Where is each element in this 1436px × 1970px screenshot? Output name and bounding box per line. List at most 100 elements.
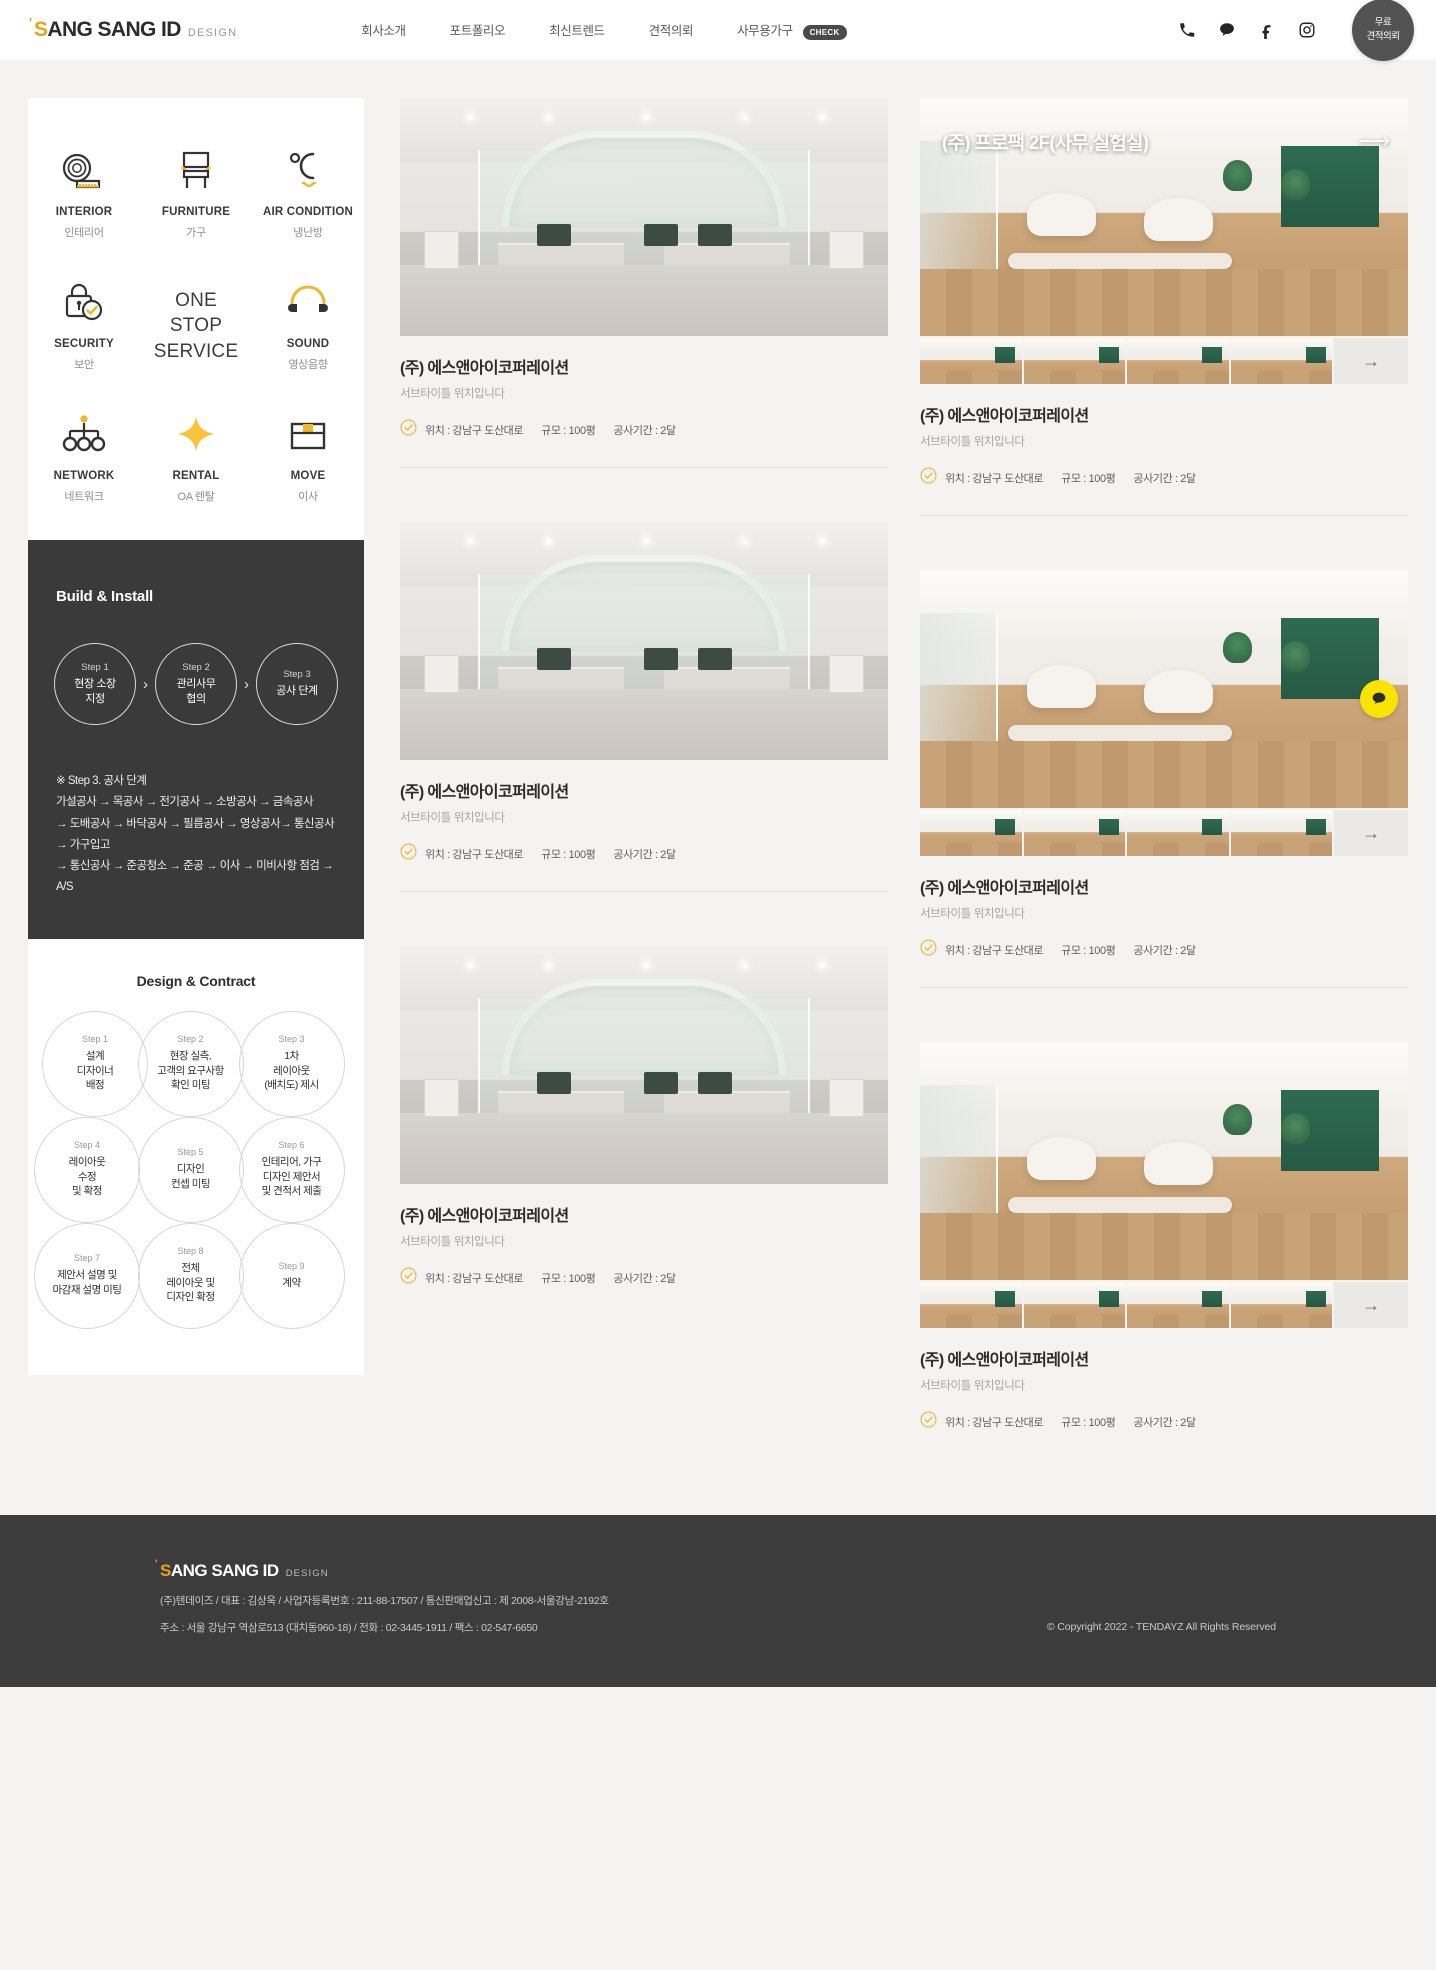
design-step-number: Step 9 [278, 1260, 305, 1271]
design-step-line: 디자인 제안서 [262, 1170, 321, 1183]
thumbnail[interactable] [1127, 1282, 1229, 1328]
service-furniture[interactable]: FURNITURE 가구 [140, 132, 252, 246]
design-step-cell[interactable]: Step 4 레이아웃 수정 및 확정 [26, 1116, 148, 1223]
service-move[interactable]: MOVE 이사 [252, 396, 364, 510]
nav-item-portfolio[interactable]: 포트폴리오 [450, 20, 550, 39]
thumbnail[interactable] [920, 338, 1022, 384]
build-step-3[interactable]: Step 3 공사 단계 [256, 643, 338, 725]
logo-wordmark: ' SANG SANG ID [29, 15, 181, 42]
portfolio-card[interactable]: (주) 에스앤아이코퍼레이션 서브타이틀 위치입니다 위치 : 강남구 도산대로… [400, 60, 888, 467]
portfolio-card-featured[interactable]: (주) 프로팩 2F(사무,실험실) ⟶ → (주) 에스앤아이코퍼레이션 서브… [920, 60, 1408, 515]
design-step-cell[interactable]: Step 2 현장 실측, 고객의 요구사항 확인 미팅 [132, 1010, 249, 1117]
design-step-cell[interactable]: Step 6 인테리어, 가구 디자인 제안서 및 견적서 제출 [233, 1116, 350, 1223]
logo-highlight: S [34, 18, 48, 41]
portfolio-card-featured[interactable]: → (주) 에스앤아이코퍼레이션 서브타이틀 위치입니다 위치 : 강남구 도산… [920, 515, 1408, 987]
footer-logo[interactable]: ' SANG SANG ID DESIGN [155, 1558, 1047, 1581]
thumbnail[interactable] [1127, 810, 1229, 856]
build-step-2[interactable]: Step 2 관리사무 협의 [155, 643, 237, 725]
nav-label: 포트폴리오 [449, 24, 506, 39]
footer-logo-highlight: S [160, 1561, 171, 1580]
portfolio-hero-photo[interactable]: (주) 프로팩 2F(사무,실험실) ⟶ [920, 98, 1408, 336]
service-network[interactable]: NETWORK 네트워크 [28, 396, 140, 510]
design-step-text: 레이아웃 수정 및 확정 [69, 1155, 106, 1199]
design-step-text: 설계 디자이너 배정 [77, 1049, 114, 1093]
thumbnail[interactable] [1023, 338, 1125, 384]
service-security[interactable]: SECURITY 보안 [28, 264, 140, 378]
design-step-cell[interactable]: Step 5 디자인 컨셉 미팅 [132, 1116, 249, 1223]
box-icon [285, 410, 331, 456]
nav-item-furniture[interactable]: 사무용가구 CHECK [737, 20, 847, 40]
design-step-cell[interactable]: Step 8 전체 레이아웃 및 디자인 확정 [132, 1222, 249, 1329]
design-step-number: Step 5 [177, 1147, 204, 1158]
portfolio-card[interactable]: (주) 에스앤아이코퍼레이션 서브타이틀 위치입니다 위치 : 강남구 도산대로… [400, 891, 888, 1315]
design-step-line: 레이아웃 및 [166, 1276, 215, 1289]
footer-logo-subtext: DESIGN [285, 1568, 329, 1579]
design-step-number: Step 8 [177, 1246, 204, 1257]
floating-chat-button[interactable] [1360, 680, 1398, 718]
phone-icon[interactable] [1176, 19, 1198, 41]
hero-next-arrow-icon[interactable]: ⟶ [1358, 128, 1390, 154]
portfolio-subtitle: 서브타이틀 위치입니다 [920, 436, 1025, 448]
service-interior[interactable]: INTERIOR 인테리어 [28, 132, 140, 246]
quote-line-1: 무료 [1374, 17, 1392, 29]
nav-item-estimate[interactable]: 견적의뢰 [649, 20, 737, 39]
nav-item-trend[interactable]: 최신트렌드 [549, 20, 649, 39]
design-step-7: Step 7 제안서 설명 및 마감재 설명 미팅 [34, 1222, 140, 1329]
portfolio-photo[interactable] [400, 522, 888, 760]
build-note-line: → 통신공사 → 준공청소 → 준공 → 이사 → 미비사항 점검 → A/S [56, 860, 334, 894]
portfolio-card[interactable]: (주) 에스앤아이코퍼레이션 서브타이틀 위치입니다 위치 : 강남구 도산대로… [400, 467, 888, 891]
design-step-line: 디자인 [176, 1163, 205, 1176]
free-quote-button[interactable]: 무료 견적의뢰 [1352, 0, 1414, 61]
thumbnail[interactable] [1023, 1282, 1125, 1328]
portfolio-size: 규모 : 100평 [1061, 1417, 1116, 1429]
design-step-line: 레이아웃 [68, 1156, 106, 1169]
design-step-cell[interactable]: Step 7 제안서 설명 및 마감재 설명 미팅 [26, 1222, 148, 1329]
portfolio-thumbnail-strip: → [920, 338, 1408, 384]
design-contract-card: Design & Contract Step 1 설계 디자이너 배정 Step… [26, 938, 364, 1375]
service-one-stop[interactable]: ONE STOP SERVICE [140, 264, 252, 378]
portfolio-photo[interactable] [400, 98, 888, 336]
thumbnail[interactable] [1230, 1282, 1332, 1328]
instagram-icon[interactable] [1296, 19, 1318, 41]
service-rental[interactable]: RENTAL OA 렌탈 [140, 396, 252, 510]
build-step-1[interactable]: Step 1 현장 소장 지정 [54, 643, 136, 725]
thumbnail-next-button[interactable]: → [1334, 338, 1408, 384]
build-step-line-1: 관리사무 [176, 677, 216, 690]
portfolio-location: 위치 : 강남구 도산대로 [425, 425, 524, 437]
portfolio-size: 규모 : 100평 [541, 849, 596, 861]
nav-label: 견적의뢰 [648, 24, 694, 39]
facebook-icon[interactable] [1256, 19, 1278, 41]
build-step-line-2: 협의 [186, 692, 206, 705]
portfolio-hero-photo[interactable] [920, 570, 1408, 808]
temperature-icon [285, 146, 331, 192]
portfolio-photo[interactable] [400, 946, 888, 1184]
thumbnail[interactable] [1230, 338, 1332, 384]
nav-item-company[interactable]: 회사소개 [361, 20, 449, 39]
portfolio-title: (주) 에스앤아이코퍼레이션 [400, 784, 569, 801]
portfolio-location: 위치 : 강남구 도산대로 [425, 849, 524, 861]
design-step-line: 확인 미팅 [170, 1079, 211, 1092]
thumbnail[interactable] [920, 810, 1022, 856]
portfolio-subtitle: 서브타이틀 위치입니다 [400, 388, 505, 400]
design-step-number: Step 1 [81, 1034, 109, 1045]
design-step-cell[interactable]: Step 9 계약 [233, 1222, 350, 1329]
site-logo[interactable]: ' SANG SANG ID DESIGN [29, 15, 237, 42]
thumbnail[interactable] [1230, 810, 1332, 856]
one-stop-text: ONE STOP SERVICE [154, 286, 238, 363]
service-air-condition[interactable]: AIR CONDITION 냉난방 [252, 132, 364, 246]
check-icon [400, 843, 417, 865]
thumbnail[interactable] [1127, 338, 1229, 384]
logo-tick: ' [29, 15, 32, 30]
build-note-line: ※ Step 3. 공사 단계 [56, 775, 147, 787]
thumbnail-next-button[interactable]: → [1334, 810, 1408, 856]
portfolio-card-featured[interactable]: → (주) 에스앤아이코퍼레이션 서브타이틀 위치입니다 위치 : 강남구 도산… [920, 987, 1408, 1459]
thumbnail-next-button[interactable]: → [1334, 1282, 1408, 1328]
build-step-number: Step 3 [283, 669, 311, 681]
chat-icon[interactable] [1216, 19, 1238, 41]
thumbnail[interactable] [1023, 810, 1125, 856]
service-sound[interactable]: SOUND 영상음향 [252, 264, 364, 378]
lock-check-icon [61, 278, 107, 324]
portfolio-hero-photo[interactable] [920, 1042, 1408, 1280]
design-step-cell[interactable]: Step 3 1차 레이아웃 (배치도) 제시 [233, 1010, 350, 1117]
thumbnail[interactable] [920, 1282, 1022, 1328]
